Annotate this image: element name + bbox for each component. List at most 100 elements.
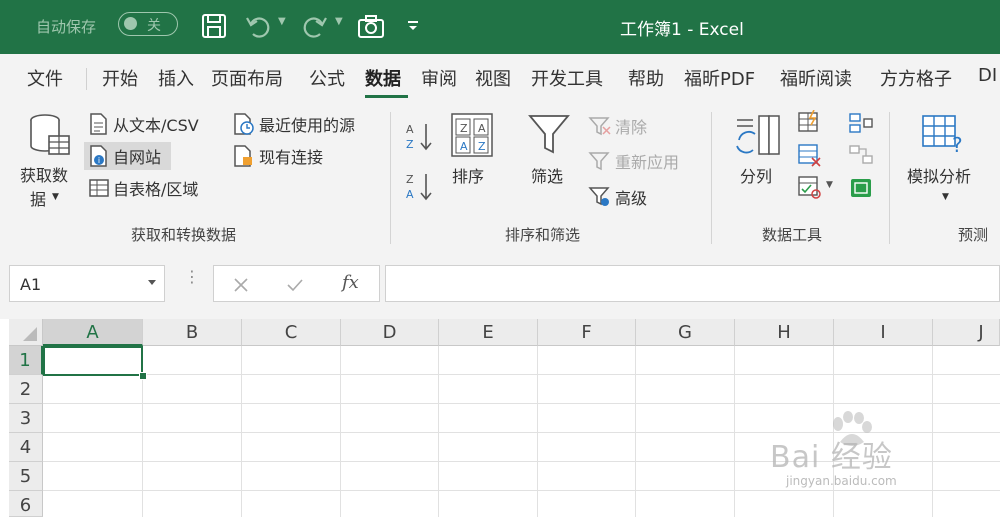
select-all-triangle-icon bbox=[23, 327, 37, 341]
active-cell-a1[interactable] bbox=[43, 346, 143, 376]
tab-review[interactable]: 审阅 bbox=[421, 65, 457, 91]
reapply-label: 重新应用 bbox=[615, 153, 680, 172]
column-header-j[interactable]: J bbox=[933, 319, 1000, 346]
formula-buttons: fx bbox=[213, 265, 380, 302]
column-header-e[interactable]: E bbox=[439, 319, 538, 346]
undo-icon[interactable] bbox=[243, 12, 273, 40]
column-header-b[interactable]: B bbox=[143, 319, 242, 346]
gridline bbox=[43, 490, 1000, 491]
tab-formulas[interactable]: 公式 bbox=[309, 65, 345, 91]
sort-descending-icon[interactable]: Z A bbox=[404, 170, 436, 204]
group-separator bbox=[390, 112, 391, 244]
from-text-csv-button[interactable]: 从文本/CSV bbox=[88, 112, 199, 136]
filter-funnel-icon bbox=[528, 115, 570, 154]
tab-insert[interactable]: 插入 bbox=[158, 65, 194, 91]
sort-dialog-icon: ZA AZ bbox=[451, 113, 493, 157]
fill-handle[interactable] bbox=[139, 372, 147, 380]
camera-icon[interactable] bbox=[356, 12, 386, 40]
relationships-icon[interactable] bbox=[848, 144, 874, 166]
autosave-label: 自动保存 bbox=[36, 18, 97, 36]
column-header-g[interactable]: G bbox=[636, 319, 735, 346]
gridline bbox=[43, 403, 1000, 404]
row-header-5[interactable]: 5 bbox=[9, 462, 43, 491]
svg-text:A: A bbox=[460, 140, 468, 153]
row-header-6[interactable]: 6 bbox=[9, 491, 43, 517]
save-icon[interactable] bbox=[200, 12, 228, 40]
recent-sources-button[interactable]: 最近使用的源 bbox=[232, 112, 355, 136]
from-text-csv-label: 从文本/CSV bbox=[113, 116, 199, 135]
column-header-a[interactable]: A bbox=[43, 319, 143, 346]
reapply-button[interactable]: 重新应用 bbox=[588, 149, 679, 173]
svg-text:A: A bbox=[406, 188, 414, 201]
column-header-f[interactable]: F bbox=[538, 319, 636, 346]
from-web-button[interactable]: i 自网站 bbox=[84, 142, 172, 170]
row-header-3[interactable]: 3 bbox=[9, 404, 43, 433]
from-table-range-label: 自表格/区域 bbox=[113, 180, 199, 199]
cancel-icon[interactable] bbox=[232, 276, 250, 294]
table-icon bbox=[89, 179, 109, 197]
clear-filter-icon bbox=[588, 117, 611, 136]
data-validation-icon[interactable] bbox=[796, 174, 822, 200]
chevron-down-icon: ▼ bbox=[942, 192, 949, 202]
select-all-button[interactable] bbox=[9, 319, 43, 346]
name-box-value: A1 bbox=[20, 275, 42, 294]
autosave-toggle-state: 关 bbox=[147, 18, 161, 34]
enter-check-icon[interactable] bbox=[286, 276, 304, 294]
tab-di[interactable]: DI bbox=[978, 65, 997, 86]
flash-fill-icon[interactable] bbox=[796, 110, 822, 134]
column-header-h[interactable]: H bbox=[735, 319, 834, 346]
existing-connections-label: 现有连接 bbox=[259, 148, 324, 167]
tab-foxit-pdf[interactable]: 福昕PDF bbox=[684, 65, 755, 91]
existing-connections-button[interactable]: 现有连接 bbox=[232, 144, 323, 168]
svg-text:?: ? bbox=[952, 133, 963, 157]
text-file-icon bbox=[90, 113, 107, 135]
redo-dropdown-icon[interactable]: ▼ bbox=[335, 16, 343, 27]
tab-page-layout[interactable]: 页面布局 bbox=[211, 65, 283, 91]
tab-view[interactable]: 视图 bbox=[475, 65, 511, 91]
customize-toolbar-icon[interactable] bbox=[406, 20, 420, 32]
chevron-down-icon[interactable]: ▼ bbox=[826, 180, 833, 190]
row-header-2[interactable]: 2 bbox=[9, 375, 43, 404]
advanced-filter-button[interactable]: 高级 bbox=[588, 185, 647, 209]
insert-function-icon[interactable]: fx bbox=[342, 272, 359, 293]
row-header-1[interactable]: 1 bbox=[9, 346, 43, 375]
undo-dropdown-icon[interactable]: ▼ bbox=[278, 16, 286, 27]
tab-help[interactable]: 帮助 bbox=[628, 65, 664, 91]
tab-developer[interactable]: 开发工具 bbox=[531, 65, 603, 91]
what-if-icon: ? bbox=[922, 115, 963, 157]
svg-text:A: A bbox=[406, 123, 414, 136]
tab-foxit-reader[interactable]: 福昕阅读 bbox=[780, 65, 852, 91]
text-to-columns-label: 分列 bbox=[740, 167, 773, 186]
from-table-range-button[interactable]: 自表格/区域 bbox=[88, 176, 198, 200]
tab-separator bbox=[86, 68, 87, 90]
tab-file[interactable]: 文件 bbox=[27, 65, 63, 91]
ribbon-tabs: 文件 开始 插入 页面布局 公式 数据 审阅 视图 开发工具 帮助 福昕PDF … bbox=[0, 54, 1000, 102]
clear-filter-button[interactable]: 清除 bbox=[588, 114, 647, 138]
text-to-columns-icon bbox=[736, 115, 780, 155]
get-data-label-2: 据 bbox=[30, 190, 47, 209]
formula-input[interactable] bbox=[385, 265, 1000, 302]
column-header-d[interactable]: D bbox=[341, 319, 439, 346]
group-separator bbox=[711, 112, 712, 244]
svg-text:Z: Z bbox=[406, 138, 414, 151]
consolidate-icon[interactable] bbox=[848, 112, 874, 134]
toggle-knob bbox=[124, 17, 137, 30]
sort-ascending-icon[interactable]: A Z bbox=[404, 120, 436, 154]
sort-label: 排序 bbox=[452, 167, 485, 186]
remove-duplicates-icon[interactable] bbox=[796, 142, 822, 168]
name-box-dropdown-icon[interactable] bbox=[148, 280, 156, 285]
name-box[interactable]: A1 bbox=[9, 265, 165, 302]
autosave-toggle[interactable]: 关 bbox=[118, 12, 178, 36]
redo-icon[interactable] bbox=[300, 12, 330, 40]
more-options-icon[interactable]: ⋮ bbox=[184, 269, 200, 285]
chevron-down-icon: ▼ bbox=[52, 192, 59, 202]
data-model-icon[interactable] bbox=[848, 176, 874, 200]
web-page-icon: i bbox=[90, 145, 107, 167]
formula-bar: A1 ⋮ fx bbox=[0, 249, 1000, 319]
row-header-4[interactable]: 4 bbox=[9, 433, 43, 462]
column-header-i[interactable]: I bbox=[834, 319, 933, 346]
tab-fangfang[interactable]: 方方格子 bbox=[880, 65, 952, 91]
column-header-c[interactable]: C bbox=[242, 319, 341, 346]
tab-home[interactable]: 开始 bbox=[102, 65, 138, 91]
tab-data[interactable]: 数据 bbox=[365, 65, 401, 91]
